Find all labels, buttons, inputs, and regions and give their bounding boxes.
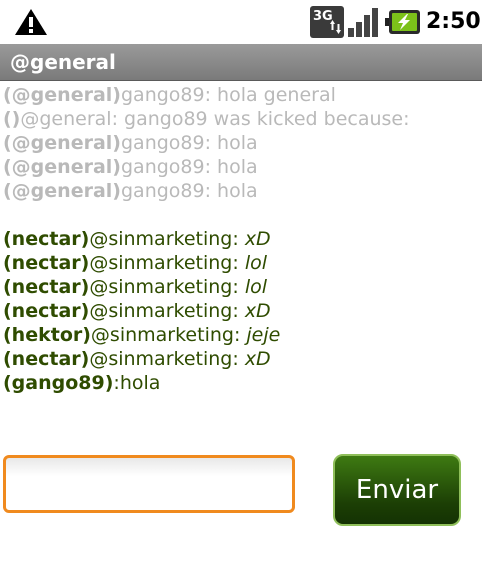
message-prefix: @sinmarketing: bbox=[89, 276, 245, 298]
message-text: gango89: hola bbox=[120, 132, 258, 154]
message-sender: (nectar) bbox=[3, 276, 90, 298]
list-item: (nectar)@sinmarketing: lol bbox=[3, 251, 479, 275]
message-prefix: @sinmarketing: bbox=[89, 348, 245, 370]
warning-icon bbox=[15, 9, 47, 35]
3g-icon: 3G bbox=[310, 6, 344, 38]
message-text: gango89: hola bbox=[120, 156, 258, 178]
message-prefix: @sinmarketing: bbox=[89, 252, 245, 274]
message-sender: (gango89) bbox=[3, 372, 114, 394]
message-sender: (nectar) bbox=[3, 252, 90, 274]
list-item: (hektor)@sinmarketing: jeje bbox=[3, 323, 479, 347]
status-bar: 3G 2:50 bbox=[0, 0, 482, 44]
message-sender: (nectar) bbox=[3, 228, 90, 250]
message-list: (@general)gango89: hola general ()@gener… bbox=[3, 83, 479, 395]
message-text: xD bbox=[244, 228, 271, 250]
message-prefix: @sinmarketing: bbox=[89, 300, 245, 322]
message-sender: (@general) bbox=[3, 132, 121, 154]
message-text: lol bbox=[244, 252, 267, 274]
signal-icon bbox=[348, 8, 378, 37]
message-text: gango89: hola general bbox=[120, 84, 336, 106]
message-prefix: :hola bbox=[113, 372, 161, 394]
message-text: lol bbox=[244, 276, 267, 298]
message-sender: (nectar) bbox=[3, 348, 90, 370]
list-item: (gango89):hola bbox=[3, 371, 479, 395]
message-sender: (@general) bbox=[3, 156, 121, 178]
send-button[interactable]: Enviar bbox=[333, 454, 461, 526]
title-bar: @general bbox=[0, 44, 482, 81]
list-item: (@general)gango89: hola bbox=[3, 179, 479, 203]
message-sender: (nectar) bbox=[3, 300, 90, 322]
message-sender: (@general) bbox=[3, 180, 121, 202]
message-prefix: @sinmarketing: bbox=[90, 324, 247, 346]
list-item: (@general)gango89: hola general bbox=[3, 83, 479, 107]
list-item: (nectar)@sinmarketing: xD bbox=[3, 227, 479, 251]
list-item: (@general)gango89: hola bbox=[3, 131, 479, 155]
message-input[interactable] bbox=[3, 455, 295, 513]
message-text: @general: gango89 was kicked because: bbox=[20, 108, 410, 130]
clock: 2:50 bbox=[426, 9, 481, 34]
message-text: jeje bbox=[246, 324, 281, 346]
message-text: xD bbox=[244, 300, 271, 322]
page-title: @general bbox=[10, 50, 116, 74]
message-sender: (hektor) bbox=[3, 324, 91, 346]
message-text: gango89: hola bbox=[120, 180, 258, 202]
message-gap bbox=[3, 203, 479, 227]
network-type-label: 3G bbox=[313, 9, 333, 24]
list-item: (nectar)@sinmarketing: lol bbox=[3, 275, 479, 299]
battery-charging-icon bbox=[385, 10, 420, 34]
list-item: (nectar)@sinmarketing: xD bbox=[3, 299, 479, 323]
message-sender: () bbox=[3, 108, 21, 130]
list-item: (nectar)@sinmarketing: xD bbox=[3, 347, 479, 371]
message-prefix: @sinmarketing: bbox=[89, 228, 245, 250]
list-item: ()@general: gango89 was kicked because: bbox=[3, 107, 479, 131]
list-item: (@general)gango89: hola bbox=[3, 155, 479, 179]
message-sender: (@general) bbox=[3, 84, 121, 106]
message-text: xD bbox=[244, 348, 271, 370]
